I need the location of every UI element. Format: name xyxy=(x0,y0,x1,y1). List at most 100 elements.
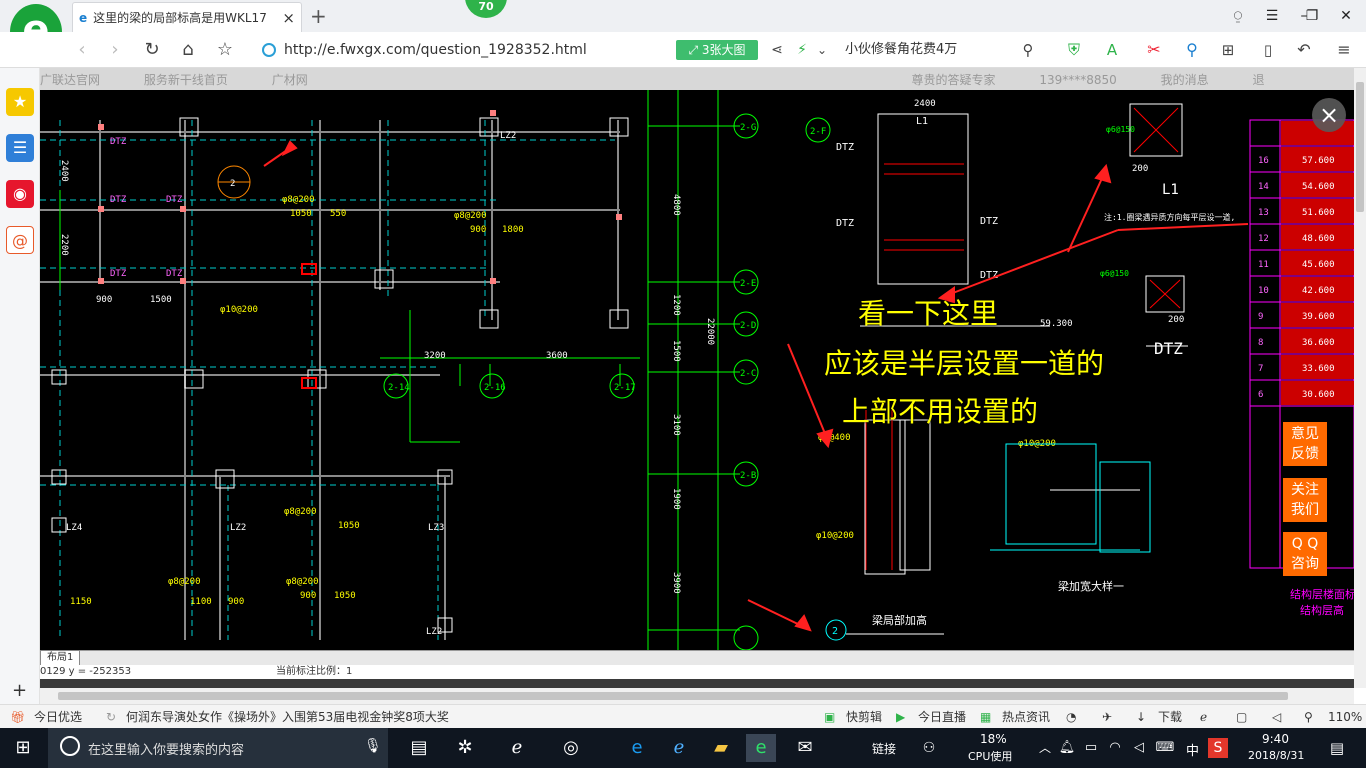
menu-icon[interactable]: ☰ xyxy=(1260,5,1284,27)
undo-icon[interactable]: ↶ xyxy=(1292,38,1316,62)
ime-indicator[interactable]: 中 xyxy=(1186,740,1199,759)
table-cell-floor: 13 xyxy=(1258,208,1269,218)
dim-label: 200 xyxy=(1168,315,1184,325)
cad-drawing-image[interactable]: 2-G 2-E 2-D 2-C 2-B 2-14 2-16 2-17 2-F 3… xyxy=(40,90,1354,651)
task-view-icon[interactable]: ▤ xyxy=(404,734,434,762)
vertical-scrollbar[interactable] xyxy=(1354,68,1366,688)
sogou-ime-icon[interactable]: S xyxy=(1208,738,1228,758)
table-cell-floor: 14 xyxy=(1258,182,1269,192)
favorites-star-icon[interactable]: ★ xyxy=(6,88,34,116)
scroll-thumb[interactable] xyxy=(1356,82,1364,212)
back-icon[interactable]: ‹ xyxy=(70,38,94,62)
search-input[interactable]: 小伙修餐角花费4万 xyxy=(845,38,1040,62)
list-app-icon[interactable]: ☰ xyxy=(6,134,34,162)
close-viewer-button[interactable]: × xyxy=(1312,98,1346,132)
table-cell-floor: 16 xyxy=(1258,156,1269,166)
nav-link[interactable]: 我的消息 xyxy=(1161,73,1209,87)
dim-label: 900 xyxy=(470,225,486,235)
column-label: LZ2 xyxy=(426,627,442,637)
chevron-down-icon[interactable]: ⌄ xyxy=(810,38,834,62)
follow-us-button[interactable]: 关注 我们 xyxy=(1283,478,1327,522)
share-icon[interactable]: ⋖ xyxy=(765,38,789,62)
zoom-icon[interactable]: ⚲ xyxy=(1304,705,1313,729)
action-center-icon[interactable]: ▤ xyxy=(1322,734,1352,762)
table-cell-elevation: 33.600 xyxy=(1302,364,1335,374)
scroll-thumb[interactable] xyxy=(58,692,1288,700)
search-text: 小伙修餐角花费4万 xyxy=(845,42,958,57)
apps-grid-icon[interactable]: ⊞ xyxy=(1216,38,1240,62)
live-link[interactable]: 今日直播 xyxy=(918,705,966,729)
download-icon: ↓ xyxy=(1136,710,1147,724)
search-icon[interactable]: ⚲ xyxy=(1016,38,1040,62)
zoom-level[interactable]: 110% xyxy=(1328,705,1362,729)
address-bar[interactable]: http://e.fwxgx.com/question_1928352.html xyxy=(262,38,672,62)
maximize-icon[interactable]: ❐ xyxy=(1300,5,1324,27)
clock-time[interactable]: 9:40 xyxy=(1262,732,1289,746)
chrome-app-icon[interactable]: ◎ xyxy=(556,734,586,762)
rebar-label: φ8@200 xyxy=(168,577,201,587)
windows-start-icon[interactable]: ⊞ xyxy=(8,734,38,762)
phone-icon[interactable]: ▯ xyxy=(1256,38,1280,62)
score-badge[interactable]: 70 xyxy=(465,0,507,18)
quickclip-link[interactable]: 快剪辑 xyxy=(846,705,882,729)
ie-edge-icon[interactable]: e xyxy=(622,734,652,762)
nav-link[interactable]: 退 xyxy=(1253,73,1265,87)
grid-bubble-label: 2-17 xyxy=(614,383,636,393)
internet-explorer-icon[interactable]: ℯ xyxy=(664,734,694,762)
nav-link[interactable]: 广材网 xyxy=(272,73,308,87)
file-explorer-icon[interactable]: ▰ xyxy=(706,734,736,762)
tab-close-icon[interactable]: × xyxy=(282,9,295,27)
large-images-label: 3张大图 xyxy=(701,43,746,57)
shirt-skin-icon[interactable]: ⍜ xyxy=(1226,5,1250,27)
close-window-icon[interactable]: ✕ xyxy=(1334,5,1358,27)
taskbar-search-box[interactable]: 在这里输入你要搜索的内容 🎙︎ xyxy=(48,728,388,768)
forward-icon[interactable]: › xyxy=(103,38,127,62)
daily-picks-link[interactable]: 今日优选 xyxy=(34,705,82,729)
mail-icon[interactable]: ✉ xyxy=(790,734,820,762)
add-sidebar-icon[interactable]: + xyxy=(12,680,27,701)
horizontal-scrollbar[interactable] xyxy=(40,688,1354,704)
nav-link[interactable]: 尊贵的答疑专家 xyxy=(912,73,996,87)
download-link[interactable]: 下载 xyxy=(1158,705,1182,729)
refresh-icon[interactable]: ↻ xyxy=(140,38,164,62)
browser-360-icon[interactable]: e xyxy=(746,734,776,762)
new-tab-button[interactable]: + xyxy=(310,4,327,28)
microphone-icon[interactable]: 🎙︎ xyxy=(364,738,382,754)
page-content: 广联达官网 服务新干线首页 广材网 尊贵的答疑专家 139****8850 我的… xyxy=(40,68,1354,688)
keyboard-icon[interactable]: ⌨ xyxy=(1150,734,1180,762)
feedback-button[interactable]: 意见 反馈 xyxy=(1283,422,1327,466)
table-cell-elevation: 51.600 xyxy=(1302,208,1335,218)
news-ticker[interactable]: 何润东导演处女作《操场外》入围第53届电视金钟奖8项大奖 xyxy=(126,705,449,729)
email-icon[interactable]: @ xyxy=(6,226,34,254)
table-cell-floor: 11 xyxy=(1258,260,1269,270)
star-favorite-icon[interactable]: ☆ xyxy=(213,38,237,62)
more-menu-icon[interactable]: ≡ xyxy=(1332,38,1356,62)
nav-link[interactable]: 广联达官网 xyxy=(40,73,100,87)
fan-app-icon[interactable]: ✲ xyxy=(450,734,480,762)
hot-news-link[interactable]: 热点资讯 xyxy=(1002,705,1050,729)
clock-date[interactable]: 2018/8/31 xyxy=(1248,749,1304,762)
dim-label: 59.300 xyxy=(1040,319,1073,329)
links-toolbar[interactable]: 链接 xyxy=(872,740,896,757)
shield-icon[interactable]: ⛨ xyxy=(1062,38,1086,62)
ie-mode-icon[interactable]: ℯ xyxy=(1200,705,1207,729)
translate-icon[interactable]: A xyxy=(1100,38,1124,62)
weibo-icon[interactable]: ◉ xyxy=(6,180,34,208)
qq-consult-button[interactable]: Q Q 咨询 xyxy=(1283,532,1327,576)
edge-browser-icon[interactable]: ℯ xyxy=(502,734,532,762)
layout-tab[interactable]: 布局1 xyxy=(40,650,81,666)
browser-tab[interactable]: e 这里的梁的局部标高是用WKL17 × xyxy=(72,2,302,32)
mute-icon[interactable]: ◁ xyxy=(1272,705,1281,729)
detail-bubble-number: 2 xyxy=(230,179,235,189)
window-icon[interactable]: ▢ xyxy=(1236,705,1247,729)
magnifier-icon[interactable]: ⚲ xyxy=(1180,38,1204,62)
scissors-icon[interactable]: ✂ xyxy=(1142,38,1166,62)
home-icon[interactable]: ⌂ xyxy=(176,38,200,62)
people-icon[interactable]: ⚇ xyxy=(914,734,944,762)
large-images-button[interactable]: ⤢ 3张大图 xyxy=(676,40,758,60)
pin-icon[interactable]: ✈ xyxy=(1102,705,1112,729)
coordinate-readout: 0129 y = -252353 xyxy=(40,666,132,677)
nav-link[interactable]: 139****8850 xyxy=(1039,73,1116,87)
speed-icon[interactable]: ◔ xyxy=(1066,705,1076,729)
nav-link[interactable]: 服务新干线首页 xyxy=(144,73,228,87)
